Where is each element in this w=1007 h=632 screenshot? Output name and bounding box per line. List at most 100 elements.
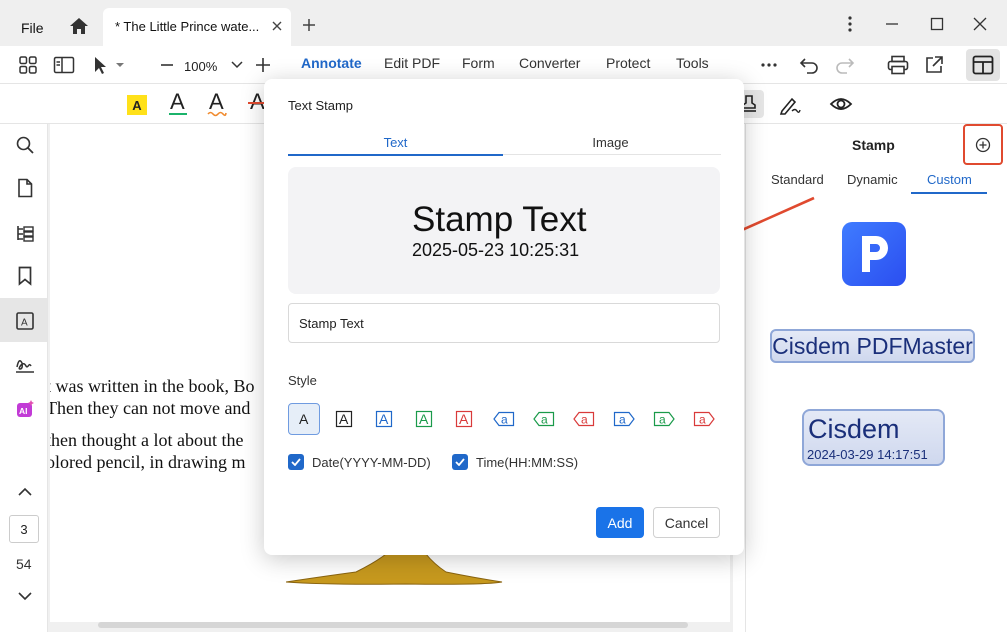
sidebar-outline-button[interactable] [13,221,37,245]
stamp-name: Cisdem [808,414,900,444]
tab-close-button[interactable] [269,18,285,34]
style-option-11[interactable]: a [688,403,720,435]
stamp-tab-dynamic[interactable]: Dynamic [847,172,898,187]
svg-text:a: a [501,413,508,427]
style-option-7[interactable]: a [528,403,560,435]
add-button[interactable]: Add [596,507,644,538]
dialog-tab-indicator [288,154,503,156]
highlight-icon[interactable]: A [127,95,147,115]
style-option-6[interactable]: a [488,403,520,435]
style-glyph-icon: a [653,411,675,427]
zoom-out-button[interactable] [156,54,178,76]
document-illustration [286,553,503,585]
sidebar-annotations-button[interactable]: A [13,309,37,333]
signature-tool-button[interactable] [778,93,802,117]
sidebar-signature-button[interactable] [13,353,37,377]
menu-protect[interactable]: Protect [606,55,650,71]
plus-circle-icon [975,137,991,152]
add-custom-stamp-button[interactable] [963,124,1003,165]
dialog-tab-image[interactable]: Image [503,135,718,150]
signature-icon [16,360,34,373]
thumbnails-button[interactable] [17,54,39,76]
close-icon [272,21,282,31]
style-glyph-icon: a [613,411,635,427]
menu-form[interactable]: Form [462,55,495,71]
undo-button[interactable] [798,54,820,76]
menu-tools[interactable]: Tools [676,55,709,71]
image-stamp-logo[interactable] [842,222,906,286]
time-checkbox[interactable] [452,454,468,470]
style-option-3[interactable]: A [368,403,400,435]
text-stamp-dialog: Text Stamp Text Image Stamp Text 2025-05… [264,79,744,555]
zoom-dropdown[interactable] [226,54,248,76]
preview-stamp-date: 2025-05-23 10:25:31 [412,240,580,260]
view-toggle-button[interactable] [829,94,853,114]
svg-text:a: a [659,413,666,427]
svg-text:A: A [209,90,224,114]
chevron-down-icon [231,61,243,69]
menu-edit-pdf[interactable]: Edit PDF [384,55,440,71]
more-tools-button[interactable] [758,54,780,76]
current-page-input[interactable]: 3 [9,515,39,543]
cancel-button[interactable]: Cancel [653,507,720,538]
stamp-tab-indicator [911,192,987,194]
previous-page-button[interactable] [13,480,37,504]
style-option-10[interactable]: a [648,403,680,435]
new-tab-button[interactable] [300,16,318,34]
dialog-tab-text[interactable]: Text [288,135,503,150]
home-button[interactable] [66,14,92,38]
style-option-2[interactable]: A [328,403,360,435]
style-option-4[interactable]: A [408,403,440,435]
stamp-text-input[interactable] [288,303,720,343]
date-checkbox-label: Date(YYYY-MM-DD) [312,455,431,470]
style-option-8[interactable]: a [568,403,600,435]
menu-converter[interactable]: Converter [519,55,580,71]
document-tab[interactable]: * The Little Prince wate... [103,8,291,46]
svg-text:A: A [419,411,429,427]
minus-icon [161,64,173,66]
sidebar-panel-icon [53,56,75,74]
menu-annotate[interactable]: Annotate [301,55,362,71]
sidebar-ai-button[interactable]: AI [13,397,37,421]
minimize-button[interactable] [882,14,902,34]
stamp-tab-standard[interactable]: Standard [771,172,824,187]
undo-icon [799,58,818,74]
horizontal-scrollbar[interactable] [98,622,688,628]
window-close-button[interactable] [970,14,990,34]
zoom-in-button[interactable] [252,54,274,76]
maximize-button[interactable] [927,14,947,34]
print-button[interactable] [887,54,909,76]
style-option-9[interactable]: a [608,403,640,435]
select-tool-dropdown[interactable] [114,54,126,76]
date-checkbox[interactable] [288,454,304,470]
style-glyph-icon: a [533,411,555,427]
style-option-1[interactable]: A [288,403,320,435]
svg-text:A: A [21,318,28,329]
svg-text:AI: AI [19,406,28,416]
more-options-button[interactable] [840,14,860,34]
redo-button[interactable] [834,54,856,76]
sidebar-bookmarks-button[interactable] [13,264,37,288]
sidebar-pages-button[interactable] [13,176,37,200]
time-checkbox-label: Time(HH:MM:SS) [476,455,579,470]
zoom-level[interactable]: 100% [184,59,217,74]
style-glyph-icon: a [493,411,515,427]
plus-icon [303,19,315,31]
squiggly-icon[interactable]: A [207,90,227,118]
app-logo-icon [862,236,888,272]
next-page-button[interactable] [13,584,37,608]
panel-toggle-button[interactable] [53,54,75,76]
file-menu[interactable]: File [21,20,44,36]
share-button[interactable] [923,54,945,76]
stamp-date: 2024-03-29 14:17:51 [807,447,928,462]
layout-toggle-button[interactable] [966,49,1000,81]
custom-stamp-pdfmaster[interactable]: Cisdem PDFMaster [770,329,975,363]
sidebar-search-button[interactable] [13,133,37,157]
select-tool-button[interactable] [89,54,111,76]
underline-icon[interactable]: A [168,90,188,118]
strikethrough-icon[interactable]: A [248,90,264,118]
style-option-5[interactable]: A [448,403,480,435]
custom-stamp-cisdem-dated[interactable]: Cisdem 2024-03-29 14:17:51 [802,409,945,466]
ellipsis-icon [761,63,777,67]
stamp-tab-custom[interactable]: Custom [927,172,972,187]
